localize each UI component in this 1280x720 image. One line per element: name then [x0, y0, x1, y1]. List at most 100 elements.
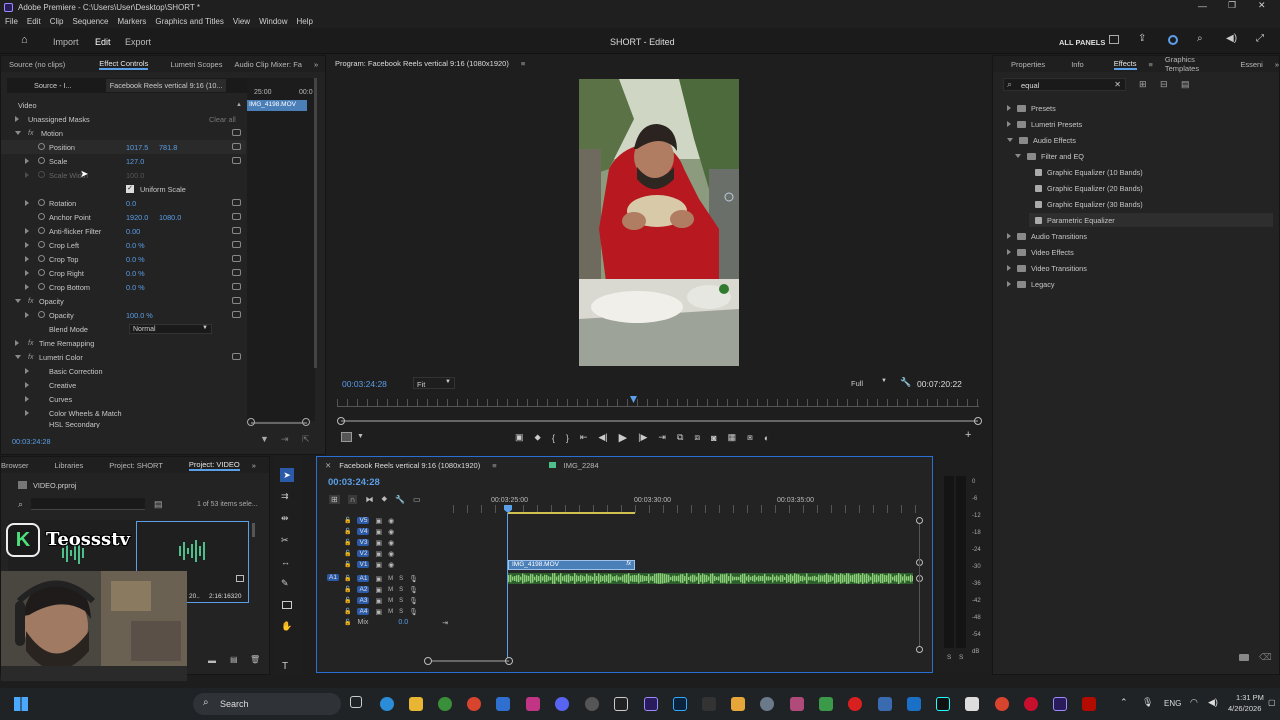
reset-icon[interactable]	[232, 143, 241, 150]
expand-arrow-icon[interactable]	[25, 228, 29, 234]
zoom-handle-left[interactable]	[337, 417, 345, 425]
extract-icon[interactable]: ⧈	[694, 432, 700, 443]
expand-arrow-icon[interactable]	[1007, 265, 1011, 271]
hscroll-handle-right[interactable]	[505, 657, 513, 665]
tab-essential[interactable]: Esseni	[1240, 60, 1263, 69]
zoom-handle-left[interactable]	[247, 418, 255, 426]
delete-icon[interactable]: ⌫	[1259, 652, 1272, 663]
opacity-value[interactable]: 100.0 %	[126, 311, 153, 320]
volume-icon[interactable]: ◀)	[1208, 697, 1218, 708]
anchor-x-value[interactable]: 1920.0	[126, 213, 148, 222]
mark-in-icon[interactable]: {	[552, 433, 555, 443]
sync-lock-icon[interactable]: ▣	[375, 608, 382, 616]
menu-clip[interactable]: Clip	[50, 17, 64, 26]
clear-search-icon[interactable]: ✕	[1114, 80, 1121, 89]
effects-lumetri-presets[interactable]: Lumetri Presets	[1031, 120, 1082, 129]
expand-arrow-icon[interactable]	[15, 340, 19, 346]
tab-sequence[interactable]: Facebook Reels vertical 9:16 (1080x1920)	[339, 461, 480, 470]
sync-lock-icon[interactable]: ▣	[375, 528, 382, 536]
effects-video-transitions[interactable]: Video Transitions	[1031, 264, 1087, 273]
reset-icon[interactable]	[232, 199, 241, 206]
tray-chevron-icon[interactable]: ⌃	[1120, 697, 1128, 708]
hscroll-handle-left[interactable]	[424, 657, 432, 665]
app-icon-discord[interactable]	[555, 697, 569, 711]
settings-wrench-icon[interactable]: 🔧	[395, 495, 405, 504]
source-patch-a1[interactable]: A1	[327, 574, 339, 581]
step-forward-icon[interactable]: |▶	[638, 432, 647, 443]
effects-video-effects[interactable]: Video Effects	[1031, 248, 1074, 257]
reset-icon[interactable]	[232, 213, 241, 220]
tab-properties[interactable]: Properties	[1011, 60, 1045, 69]
effect-geq-30[interactable]: Graphic Equalizer (30 Bands)	[1047, 200, 1143, 209]
clock-time[interactable]: 1:31 PM	[1236, 693, 1264, 702]
yuv-effects-icon[interactable]: ▤	[1181, 79, 1190, 90]
app-icon-outlook[interactable]	[907, 697, 921, 711]
app-icon-capcut[interactable]	[614, 697, 628, 711]
ec-clip-bar[interactable]: IMG_4198.MOV	[247, 100, 307, 111]
collapse-arrow-icon[interactable]	[1007, 138, 1013, 142]
track-label-a4[interactable]: A4	[357, 608, 370, 615]
program-timecode[interactable]: 00:03:24:28	[342, 379, 387, 389]
expand-arrow-icon[interactable]	[15, 116, 19, 122]
mix-nav-icon[interactable]: ⇥	[442, 619, 448, 627]
panel-overflow-icon[interactable]: »	[314, 60, 318, 69]
lock-icon[interactable]: 🔓	[344, 586, 351, 593]
app-icon-explorer[interactable]	[409, 697, 423, 711]
reset-icon[interactable]	[232, 255, 241, 262]
creative-label[interactable]: Creative	[49, 381, 76, 390]
lock-icon[interactable]: 🔓	[344, 619, 351, 626]
track-label-a1[interactable]: A1	[357, 575, 370, 582]
track-label-v3[interactable]: V3	[357, 539, 370, 546]
app-icon-capcut-2[interactable]	[965, 697, 979, 711]
rectangle-tool-icon[interactable]	[282, 601, 292, 609]
app-icon-instagram[interactable]	[526, 697, 540, 711]
program-video-frame[interactable]	[579, 79, 739, 366]
multicam-icon[interactable]: ⧆	[747, 432, 753, 443]
mute-icon[interactable]: M	[388, 587, 393, 593]
app-icon-illustrator[interactable]	[731, 697, 745, 711]
crop-top-value[interactable]: 0.0 %	[126, 255, 145, 264]
keyframe-stopwatch-icon[interactable]	[38, 311, 45, 318]
app-icon-davinci[interactable]	[585, 697, 599, 711]
solo-left-button[interactable]: S	[947, 654, 951, 661]
expand-arrow-icon[interactable]	[25, 270, 29, 276]
keyframe-stopwatch-icon[interactable]	[38, 199, 45, 206]
ec-sequence-selector[interactable]: Facebook Reels vertical 9:16 (10...	[105, 79, 227, 92]
app-icon-store[interactable]	[496, 697, 510, 711]
camera-icon[interactable]: ▣	[515, 432, 524, 443]
app-icon-acrobat[interactable]	[1082, 697, 1096, 711]
anchor-y-value[interactable]: 1080.0	[159, 213, 181, 222]
step-back-icon[interactable]: ◀|	[598, 432, 607, 443]
maximize-button[interactable]: ❐	[1228, 0, 1236, 11]
mark-out-icon[interactable]: }	[566, 433, 569, 443]
home-icon[interactable]: ⌂	[21, 34, 28, 46]
clock-date[interactable]: 4/26/2026	[1228, 704, 1261, 713]
app-icon-opera[interactable]	[1024, 697, 1038, 711]
all-panels-button[interactable]: ALL PANELS	[1059, 38, 1105, 47]
collapse-arrow-icon[interactable]	[15, 299, 21, 303]
expand-arrow-icon[interactable]	[1007, 121, 1011, 127]
insert-sequence-icon[interactable]: ⊞	[329, 494, 340, 504]
vr-icon[interactable]: ◐	[764, 433, 769, 443]
zoom-handle-right[interactable]	[974, 417, 982, 425]
edit-tab[interactable]: Edit	[95, 37, 111, 47]
track-label-v2[interactable]: V2	[357, 550, 370, 557]
crop-left-value[interactable]: 0.0 %	[126, 241, 145, 250]
expand-arrow-icon[interactable]	[25, 410, 29, 416]
tab-lumetri-scopes[interactable]: Lumetri Scopes	[170, 60, 222, 69]
lock-icon[interactable]: 🔓	[344, 575, 351, 582]
reset-icon[interactable]	[232, 353, 241, 360]
export-icon[interactable]: ⇱	[302, 434, 310, 445]
close-button[interactable]: ✕	[1258, 0, 1266, 11]
new-bin-icon[interactable]: ▤	[154, 499, 163, 510]
menu-sequence[interactable]: Sequence	[72, 17, 108, 26]
collapse-arrow-icon[interactable]	[1015, 154, 1021, 158]
comparison-view-icon[interactable]: ▦	[728, 432, 737, 443]
curves-label[interactable]: Curves	[49, 395, 72, 404]
lock-icon[interactable]: 🔓	[344, 597, 351, 604]
app-icon-chrome[interactable]	[438, 697, 452, 711]
chevron-down-icon[interactable]: ▼	[357, 433, 364, 440]
blend-mode-dropdown[interactable]: Normal ▼	[129, 324, 212, 334]
expand-arrow-icon[interactable]	[25, 158, 29, 164]
panel-layout-icon[interactable]	[1109, 35, 1119, 44]
